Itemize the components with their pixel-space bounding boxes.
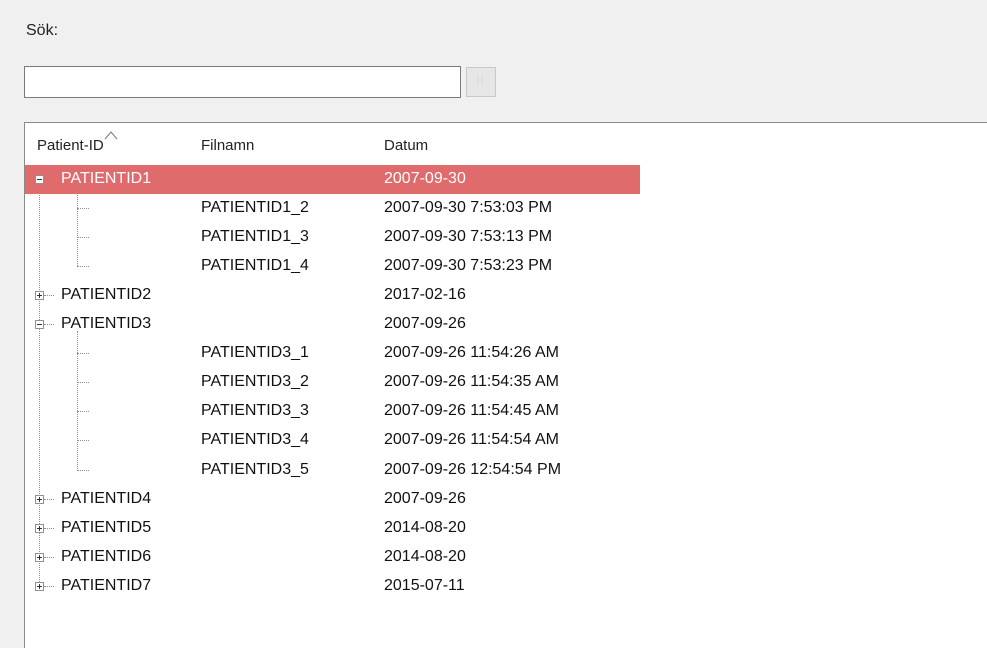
- file-date-label: 2007-09-26 11:54:35 AM: [384, 373, 559, 391]
- column-header-filename[interactable]: Filnamn: [201, 137, 254, 154]
- column-header-label: Patient-ID: [37, 137, 104, 154]
- file-date-label: 2007-09-30 7:53:13 PM: [384, 228, 553, 246]
- tree-guide-line: [77, 331, 78, 470]
- patient-date-label: 2014-08-20: [384, 518, 466, 536]
- patient-tree-view[interactable]: Patient-ID Filnamn Datum PATIENTID1 2007-…: [24, 122, 987, 648]
- tree-connector: [77, 382, 89, 384]
- patient-date-label: 2015-07-11: [384, 576, 465, 594]
- file-name-label: PATIENTID3_1: [201, 344, 309, 362]
- patient-date-label: 2007-09-26: [384, 315, 466, 333]
- file-date-label: 2007-09-26 12:54:54 PM: [384, 460, 562, 478]
- file-name-label: PATIENTID1_3: [201, 228, 309, 246]
- tree-connector: [77, 469, 89, 471]
- tree-connector: [44, 295, 54, 297]
- tree-connector: [44, 585, 54, 587]
- tree-row-patient[interactable]: PATIENTID6 2014-08-20: [25, 543, 640, 572]
- patient-id-label: PATIENTID3: [61, 315, 152, 333]
- patient-id-label: PATIENTID5: [61, 518, 152, 536]
- file-name-label: PATIENTID3_2: [201, 373, 309, 391]
- patient-date-label: 2017-02-16: [384, 286, 466, 304]
- expand-icon[interactable]: [35, 552, 44, 562]
- tree-guide-line: [77, 186, 78, 267]
- patient-date-label: 2007-09-26: [384, 489, 466, 507]
- patient-id-label: PATIENTID2: [61, 286, 152, 304]
- patient-id-label: PATIENTID4: [61, 489, 152, 507]
- tree-row-file[interactable]: PATIENTID3_5 2007-09-26 12:54:54 PM: [25, 456, 640, 485]
- collapse-icon[interactable]: [35, 175, 44, 184]
- file-name-label: PATIENTID3_5: [201, 460, 309, 478]
- patient-id-label: PATIENTID6: [61, 547, 152, 565]
- tree-connector: [77, 237, 89, 239]
- tree-row-patient[interactable]: PATIENTID2 2017-02-16: [25, 281, 640, 310]
- tree-row-file[interactable]: PATIENTID3_2 2007-09-26 11:54:35 AM: [25, 368, 640, 397]
- tree-row-file[interactable]: PATIENTID1_4 2007-09-30 7:53:23 PM: [25, 252, 640, 281]
- tree-connector: [44, 324, 54, 326]
- tree-connector: [44, 179, 54, 180]
- collapse-icon[interactable]: [35, 320, 44, 330]
- tree-connector: [77, 353, 89, 355]
- tree-row-file[interactable]: PATIENTID3_1 2007-09-26 11:54:26 AM: [25, 339, 640, 368]
- tree-row-patient[interactable]: PATIENTID3 2007-09-26: [25, 310, 640, 339]
- file-date-label: 2007-09-26 11:54:54 AM: [384, 431, 559, 449]
- column-header-patient-id[interactable]: Patient-ID: [37, 131, 118, 154]
- column-header-label: Datum: [384, 137, 429, 154]
- tree-connector: [44, 556, 54, 558]
- file-name-label: PATIENTID3_3: [201, 402, 309, 420]
- expand-icon[interactable]: [35, 581, 44, 591]
- tree-connector: [77, 411, 89, 413]
- tree-row-file[interactable]: PATIENTID1_3 2007-09-30 7:53:13 PM: [25, 223, 640, 252]
- file-date-label: 2007-09-26 11:54:26 AM: [384, 344, 559, 362]
- patient-id-label: PATIENTID7: [61, 576, 152, 594]
- patient-id-label: PATIENTID1: [61, 170, 152, 187]
- tree-connector: [77, 266, 89, 268]
- expand-icon[interactable]: [35, 291, 44, 301]
- file-date-label: 2007-09-30 7:53:03 PM: [384, 199, 553, 217]
- search-button[interactable]: [466, 67, 496, 97]
- patient-date-label: 2007-09-30: [384, 170, 466, 187]
- tree-row-patient[interactable]: PATIENTID4 2007-09-26: [25, 485, 640, 514]
- tree-connector: [77, 440, 89, 442]
- tree-row-patient[interactable]: PATIENTID1 2007-09-30: [25, 165, 640, 194]
- patient-date-label: 2014-08-20: [384, 547, 466, 565]
- column-header-date[interactable]: Datum: [384, 137, 428, 154]
- file-name-label: PATIENTID3_4: [201, 431, 309, 449]
- sort-ascending-icon: [104, 127, 118, 144]
- column-header-label: Filnamn: [201, 137, 255, 154]
- search-icon: [476, 73, 486, 92]
- search-input[interactable]: [24, 66, 461, 98]
- tree-row-patient[interactable]: PATIENTID7 2015-07-11: [25, 572, 640, 601]
- tree-row-file[interactable]: PATIENTID3_3 2007-09-26 11:54:45 AM: [25, 397, 640, 426]
- expand-icon[interactable]: [35, 523, 44, 533]
- tree-connector: [44, 498, 54, 500]
- expand-icon[interactable]: [35, 494, 44, 504]
- file-date-label: 2007-09-30 7:53:23 PM: [384, 257, 553, 275]
- file-date-label: 2007-09-26 11:54:45 AM: [384, 402, 559, 420]
- tree-connector: [77, 208, 89, 210]
- tree-row-patient[interactable]: PATIENTID5 2014-08-20: [25, 514, 640, 543]
- tree-row-file[interactable]: PATIENTID3_4 2007-09-26 11:54:54 AM: [25, 426, 640, 455]
- tree-row-file[interactable]: PATIENTID1_2 2007-09-30 7:53:03 PM: [25, 194, 640, 223]
- file-name-label: PATIENTID1_2: [201, 199, 309, 217]
- file-name-label: PATIENTID1_4: [201, 257, 309, 275]
- tree-connector: [44, 527, 54, 529]
- search-label: Sök:: [26, 22, 59, 39]
